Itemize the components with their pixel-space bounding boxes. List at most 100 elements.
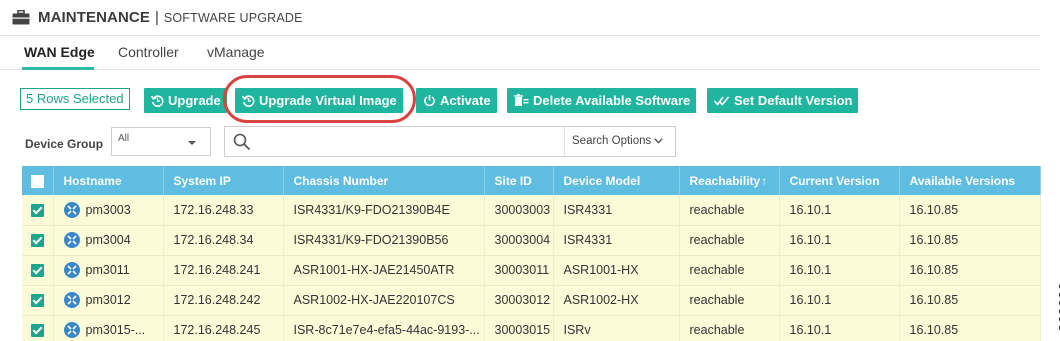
device-model-cell: ISR4331 <box>553 195 680 225</box>
set-default-version-button[interactable]: Set Default Version <box>707 88 859 113</box>
row-checkbox[interactable] <box>30 264 44 278</box>
column-header-device-model[interactable]: Device Model <box>553 166 680 195</box>
reachability-cell: reachable <box>679 255 780 285</box>
hostname-cell: pm3011 <box>53 255 164 285</box>
system-ip-cell: 172.16.248.242 <box>163 285 284 315</box>
tab-vmanage[interactable]: vManage <box>207 44 265 60</box>
column-header-site-id[interactable]: Site ID <box>484 166 554 195</box>
site-id-cell: 30003003 <box>484 195 554 225</box>
reachability-cell: reachable <box>679 315 780 341</box>
select-all-checkbox[interactable] <box>30 174 44 188</box>
search-options-dropdown[interactable]: Search Options <box>564 127 675 156</box>
device-model-cell: ASR1001-HX <box>553 255 680 285</box>
delete-software-icon <box>514 94 529 106</box>
set-default-version-label: Set Default Version <box>734 93 853 108</box>
system-ip-cell: 172.16.248.34 <box>163 225 284 255</box>
delete-available-software-button[interactable]: Delete Available Software <box>507 88 697 113</box>
select-all-cell <box>22 166 54 195</box>
reachability-header-label: Reachability <box>689 173 761 188</box>
activate-button[interactable]: Activate <box>416 88 497 113</box>
available-versions-cell: 16.10.85 <box>899 285 1041 315</box>
hostname-text[interactable]: pm3012 <box>86 293 131 307</box>
hostname-text[interactable]: pm3015-... <box>86 323 146 337</box>
search-options-label: Search Options <box>572 135 652 147</box>
column-header-available-versions[interactable]: Available Versions <box>899 166 1041 195</box>
chassis-number-cell: ASR1002-HX-JAE220107CS <box>283 285 485 315</box>
upgrade-virtual-image-button[interactable]: Upgrade Virtual Image <box>235 88 403 113</box>
available-versions-cell: 16.10.85 <box>899 195 1041 225</box>
available-versions-cell: 16.10.85 <box>899 255 1041 285</box>
column-header-chassis-number[interactable]: Chassis Number <box>283 166 485 195</box>
router-icon <box>63 262 80 278</box>
hostname-text[interactable]: pm3011 <box>86 263 130 277</box>
upgrade-icon <box>151 95 164 107</box>
available-versions-cell: 16.10.85 <box>899 315 1041 341</box>
table-row[interactable]: pm3004 172.16.248.34 ISR4331/K9-FDO21390… <box>22 225 1041 255</box>
caret-down-icon <box>188 141 196 145</box>
site-id-cell: 30003012 <box>484 285 554 315</box>
site-id-cell: 30003011 <box>484 255 554 285</box>
device-group-select[interactable]: All <box>111 127 211 156</box>
row-checkbox[interactable] <box>30 294 44 308</box>
search-icon <box>233 133 251 151</box>
chassis-number-cell: ISR4331/K9-FDO21390B4E <box>283 195 485 225</box>
chevron-down-icon <box>654 138 663 144</box>
reachability-cell: reachable <box>679 285 780 315</box>
chassis-number-cell: ISR-8c71e7e4-efa5-44ac-9193-... <box>283 315 485 341</box>
search-input[interactable] <box>259 131 579 153</box>
current-version-cell: 16.10.1 <box>779 285 900 315</box>
row-checkbox-cell <box>22 315 54 341</box>
device-model-cell: ISR4331 <box>553 225 680 255</box>
system-ip-cell: 172.16.248.245 <box>163 315 284 341</box>
chassis-number-cell: ASR1001-HX-JAE21450ATR <box>283 255 485 285</box>
device-model-cell: ISRv <box>553 315 680 341</box>
upgrade-button-label: Upgrade <box>168 93 221 108</box>
chassis-number-cell: ISR4331/K9-FDO21390B56 <box>283 225 485 255</box>
rows-selected-badge: 5 Rows Selected <box>20 88 130 110</box>
row-checkbox[interactable] <box>30 234 44 248</box>
figure-id-label: 369290 <box>1056 282 1060 332</box>
device-group-value: All <box>118 133 130 144</box>
column-header-hostname[interactable]: Hostname <box>53 166 164 195</box>
hostname-text[interactable]: pm3004 <box>86 233 131 247</box>
upgrade-button[interactable]: Upgrade <box>144 88 227 113</box>
sort-ascending-icon: ↑ <box>761 173 768 188</box>
table-row[interactable]: pm3011 172.16.248.241 ASR1001-HX-JAE2145… <box>22 255 1041 285</box>
device-tabs: WAN Edge Controller vManage <box>0 36 1040 70</box>
hostname-cell: pm3012 <box>53 285 164 315</box>
column-header-system-ip[interactable]: System IP <box>163 166 284 195</box>
table-row[interactable]: pm3003 172.16.248.33 ISR4331/K9-FDO21390… <box>22 195 1041 225</box>
row-checkbox-cell <box>22 195 54 225</box>
current-version-cell: 16.10.1 <box>779 255 900 285</box>
power-icon <box>424 95 435 107</box>
site-id-cell: 30003004 <box>484 225 554 255</box>
briefcase-icon <box>12 10 30 25</box>
table-row[interactable]: pm3012 172.16.248.242 ASR1002-HX-JAE2201… <box>22 285 1041 315</box>
row-checkbox-cell <box>22 225 54 255</box>
row-checkbox[interactable] <box>30 203 44 217</box>
activate-button-label: Activate <box>440 93 491 108</box>
search-box: Search Options <box>224 126 676 157</box>
router-icon <box>63 292 80 308</box>
hostname-cell: pm3004 <box>53 225 164 255</box>
filter-bar: Device Group All Search Options <box>0 126 1040 158</box>
tab-wan-edge[interactable]: WAN Edge <box>24 44 95 60</box>
device-group-label: Device Group <box>25 137 104 151</box>
page-title: MAINTENANCE <box>38 9 150 26</box>
available-versions-cell: 16.10.85 <box>899 225 1041 255</box>
current-version-cell: 16.10.1 <box>779 315 900 341</box>
row-checkbox[interactable] <box>30 324 44 338</box>
table-row[interactable]: pm3015-... 172.16.248.245 ISR-8c71e7e4-e… <box>22 315 1041 341</box>
column-header-reachability[interactable]: Reachability↑ <box>679 166 780 195</box>
system-ip-cell: 172.16.248.241 <box>163 255 284 285</box>
tab-controller[interactable]: Controller <box>118 44 179 60</box>
hostname-text[interactable]: pm3003 <box>86 203 131 217</box>
page-subtitle: SOFTWARE UPGRADE <box>163 10 303 25</box>
system-ip-cell: 172.16.248.33 <box>163 195 284 225</box>
action-toolbar: 5 Rows Selected Upgrade Upgrade Virtual … <box>0 86 1040 114</box>
current-version-cell: 16.10.1 <box>779 195 900 225</box>
page-header: MAINTENANCE | SOFTWARE UPGRADE <box>0 0 1040 36</box>
column-header-current-version[interactable]: Current Version <box>779 166 900 195</box>
hostname-cell: pm3003 <box>53 195 164 225</box>
router-icon <box>63 201 80 218</box>
